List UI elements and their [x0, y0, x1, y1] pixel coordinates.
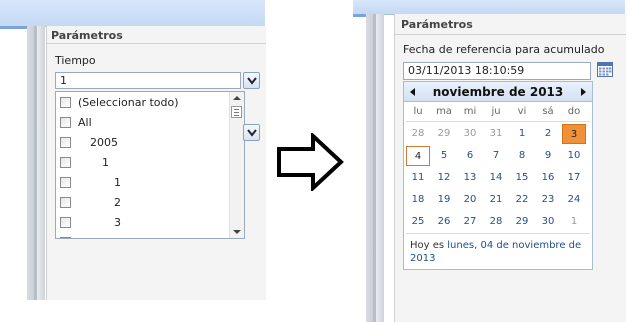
list-item-label: 2005	[90, 136, 118, 149]
today-prefix: Hoy es	[410, 240, 448, 251]
calendar-day[interactable]: 4	[406, 146, 430, 166]
right-parameters-panel: Parámetros Fecha de referencia para acum…	[353, 0, 626, 322]
calendar-day[interactable]: 20	[458, 190, 482, 210]
calendar-day[interactable]: 6	[458, 146, 482, 166]
right-arrow-icon	[277, 133, 344, 191]
scroll-down-icon[interactable]	[233, 230, 241, 234]
left-parameters-panel: Parámetros Tiempo 1 (Seleccionar todo) Al…	[0, 0, 266, 300]
tiempo-multiselect-list[interactable]: (Seleccionar todo) All 2005 1 1 2 3	[55, 91, 245, 239]
weekday-header: vi	[517, 106, 527, 117]
list-item-label: 1	[102, 156, 109, 169]
field-label: Tiempo	[55, 54, 96, 67]
list-scrollbar[interactable]	[229, 92, 244, 238]
calendar-day[interactable]: 29	[432, 124, 456, 144]
list-item-label: (Seleccionar todo)	[78, 96, 179, 109]
today-footer: Hoy es lunes, 04 de noviembre de 2013	[410, 239, 588, 265]
dropdown-button[interactable]	[243, 72, 260, 89]
calendar-day[interactable]: 1	[562, 212, 586, 232]
calendar-day[interactable]: 21	[484, 190, 508, 210]
calendar-day[interactable]: 5	[432, 146, 456, 166]
weekday-header: ma	[436, 106, 452, 117]
weekday-header: do	[567, 106, 581, 117]
tiempo-input[interactable]: 1	[55, 72, 241, 89]
calendar-day[interactable]: 27	[458, 212, 482, 232]
calendar-day[interactable]: 28	[484, 212, 508, 232]
next-month-icon[interactable]	[581, 88, 586, 96]
chevron-down-icon	[247, 77, 257, 85]
calendar-day[interactable]: 18	[406, 190, 430, 210]
month-title[interactable]: noviembre de 2013	[404, 85, 592, 99]
calendar-day[interactable]: 22	[510, 190, 534, 210]
calendar-day[interactable]: 29	[510, 212, 534, 232]
list-item-label: 2	[114, 196, 121, 209]
calendar-day[interactable]: 23	[536, 190, 560, 210]
divider	[47, 43, 266, 44]
checkbox[interactable]	[60, 97, 71, 108]
calendar-day[interactable]: 7	[484, 146, 508, 166]
calendar-day[interactable]: 19	[432, 190, 456, 210]
calendar-day[interactable]: 12	[432, 168, 456, 188]
top-bar	[353, 0, 625, 15]
list-item-label: All	[78, 116, 92, 129]
calendar-day[interactable]: 24	[562, 190, 586, 210]
calendar-day[interactable]: 13	[458, 168, 482, 188]
calendar-day[interactable]: 14	[484, 168, 508, 188]
calendar-day[interactable]: 8	[510, 146, 534, 166]
scroll-up-icon[interactable]	[233, 96, 241, 100]
calendar-day[interactable]: 2	[536, 124, 560, 144]
parameters-pane: Parámetros Tiempo 1 (Seleccionar todo) Al…	[46, 26, 266, 300]
parameters-pane: Parámetros Fecha de referencia para acum…	[394, 14, 626, 322]
calendar-day[interactable]: 30	[536, 212, 560, 232]
calendar-day[interactable]: 28	[406, 124, 430, 144]
list-item-label: 1	[114, 176, 121, 189]
checkbox[interactable]	[60, 217, 71, 228]
calendar-icon[interactable]	[597, 62, 613, 77]
calendar-day[interactable]: 30	[458, 124, 482, 144]
field-label: Fecha de referencia para acumulado	[403, 43, 605, 56]
panel-splitter[interactable]	[366, 14, 384, 322]
list-item-label: 3	[114, 216, 121, 229]
calendar-day[interactable]: 31	[484, 124, 508, 144]
dropdown-button-2[interactable]	[243, 124, 260, 141]
weekday-header: lu	[413, 106, 423, 117]
checkbox[interactable]	[60, 157, 71, 168]
fecha-input[interactable]: 03/11/2013 18:10:59	[403, 62, 591, 80]
calendar-day[interactable]: 25	[406, 212, 430, 232]
calendar-day[interactable]: 26	[432, 212, 456, 232]
calendar-day[interactable]: 17	[562, 168, 586, 188]
checkbox[interactable]	[60, 137, 71, 148]
chevron-down-icon	[247, 129, 257, 137]
checkbox[interactable]	[60, 117, 71, 128]
panel-splitter[interactable]	[27, 26, 45, 300]
weekday-header: mi	[463, 106, 477, 117]
calendar-day[interactable]: 10	[562, 146, 586, 166]
checkbox[interactable]	[60, 177, 71, 188]
weekday-header: sá	[542, 106, 554, 117]
scroll-thumb[interactable]	[231, 106, 242, 118]
calendar-day[interactable]: 9	[536, 146, 560, 166]
calendar-day[interactable]: 3	[562, 124, 586, 144]
calendar-title-bar: noviembre de 2013	[404, 82, 592, 102]
date-picker-calendar: noviembre de 2013 Hoy es lunes, 04 de no…	[403, 81, 593, 270]
divider	[406, 233, 590, 234]
panel-title: Parámetros	[401, 18, 473, 31]
weekday-header: ju	[491, 106, 501, 117]
divider	[406, 121, 590, 122]
calendar-day[interactable]: 15	[510, 168, 534, 188]
top-bar	[0, 0, 265, 27]
calendar-day[interactable]: 16	[536, 168, 560, 188]
divider	[395, 34, 626, 35]
calendar-day[interactable]: 1	[510, 124, 534, 144]
calendar-day[interactable]: 11	[406, 168, 430, 188]
active-tab-indicator	[0, 26, 27, 29]
checkbox[interactable]	[60, 237, 71, 238]
panel-title: Parámetros	[51, 29, 123, 42]
checkbox[interactable]	[60, 197, 71, 208]
